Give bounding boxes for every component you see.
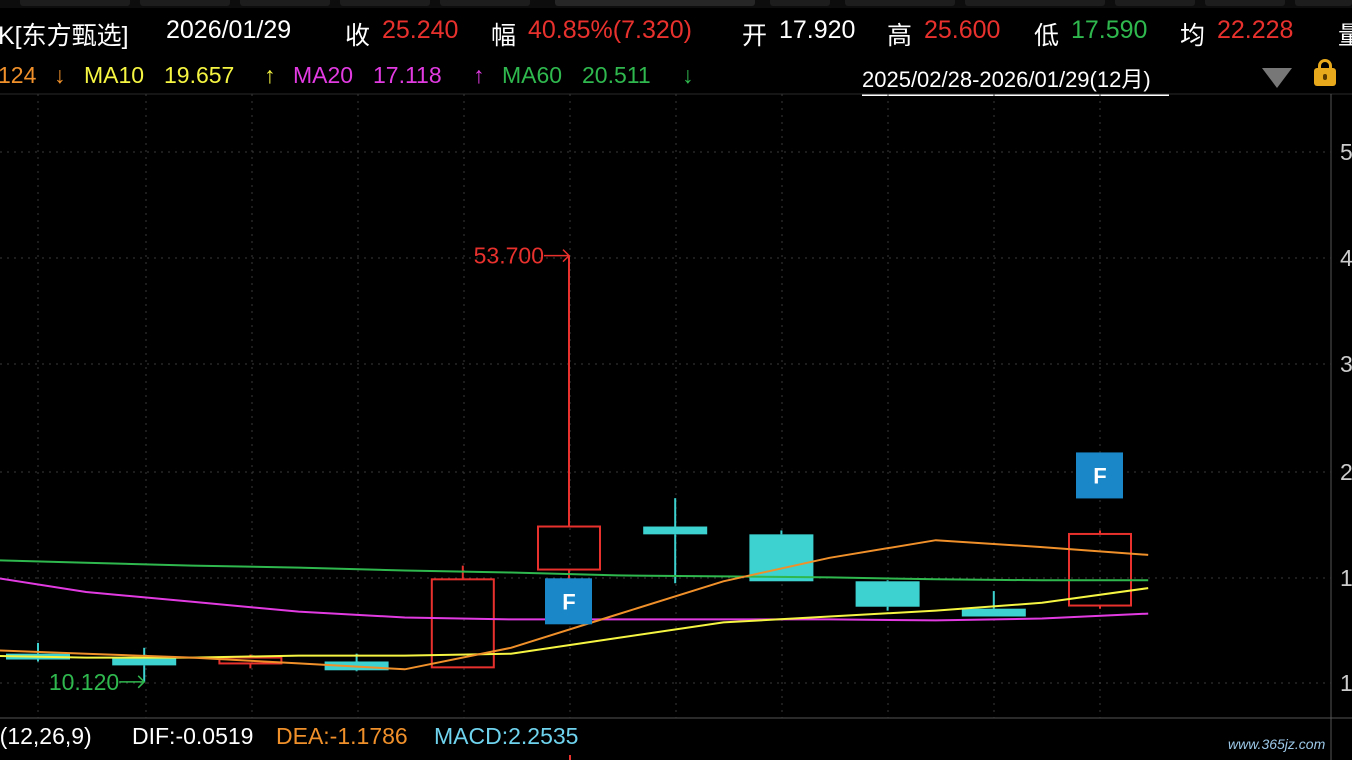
y-tick-label: 2 [1340,459,1352,485]
signal-marker-label: F [562,589,575,614]
y-tick-label: 4 [1340,245,1352,271]
max-price-annotation: 53.700 [474,243,544,269]
candle-body-down [643,526,708,535]
candle-body-down [112,657,177,666]
y-tick-label: 3 [1340,351,1352,377]
watermark: www.365jz.com [1228,736,1326,752]
candle-body-down [855,581,920,607]
macd-value: MACD:2.2535 [434,723,579,749]
y-tick-label: 1 [1340,565,1352,591]
macd-dea: DEA:-1.1786 [276,723,408,749]
y-tick-label: 5 [1340,139,1352,165]
signal-marker-label: F [1093,463,1106,488]
macd-params: )(12,26,9) [0,723,92,749]
candle-body-up [537,525,601,571]
candlestick-chart: 5 4 3 2 1 1 F F 53.700 10.120 [0,93,1352,760]
macd-indicator-bar: )(12,26,9) DIF:-0.0519 DEA:-1.1786 MACD:… [0,720,1352,756]
min-price-annotation: 10.120 [49,669,119,695]
macd-dif: DIF:-0.0519 [132,723,254,749]
candle-body-down [961,608,1026,617]
y-tick-label: 1 [1340,670,1352,696]
